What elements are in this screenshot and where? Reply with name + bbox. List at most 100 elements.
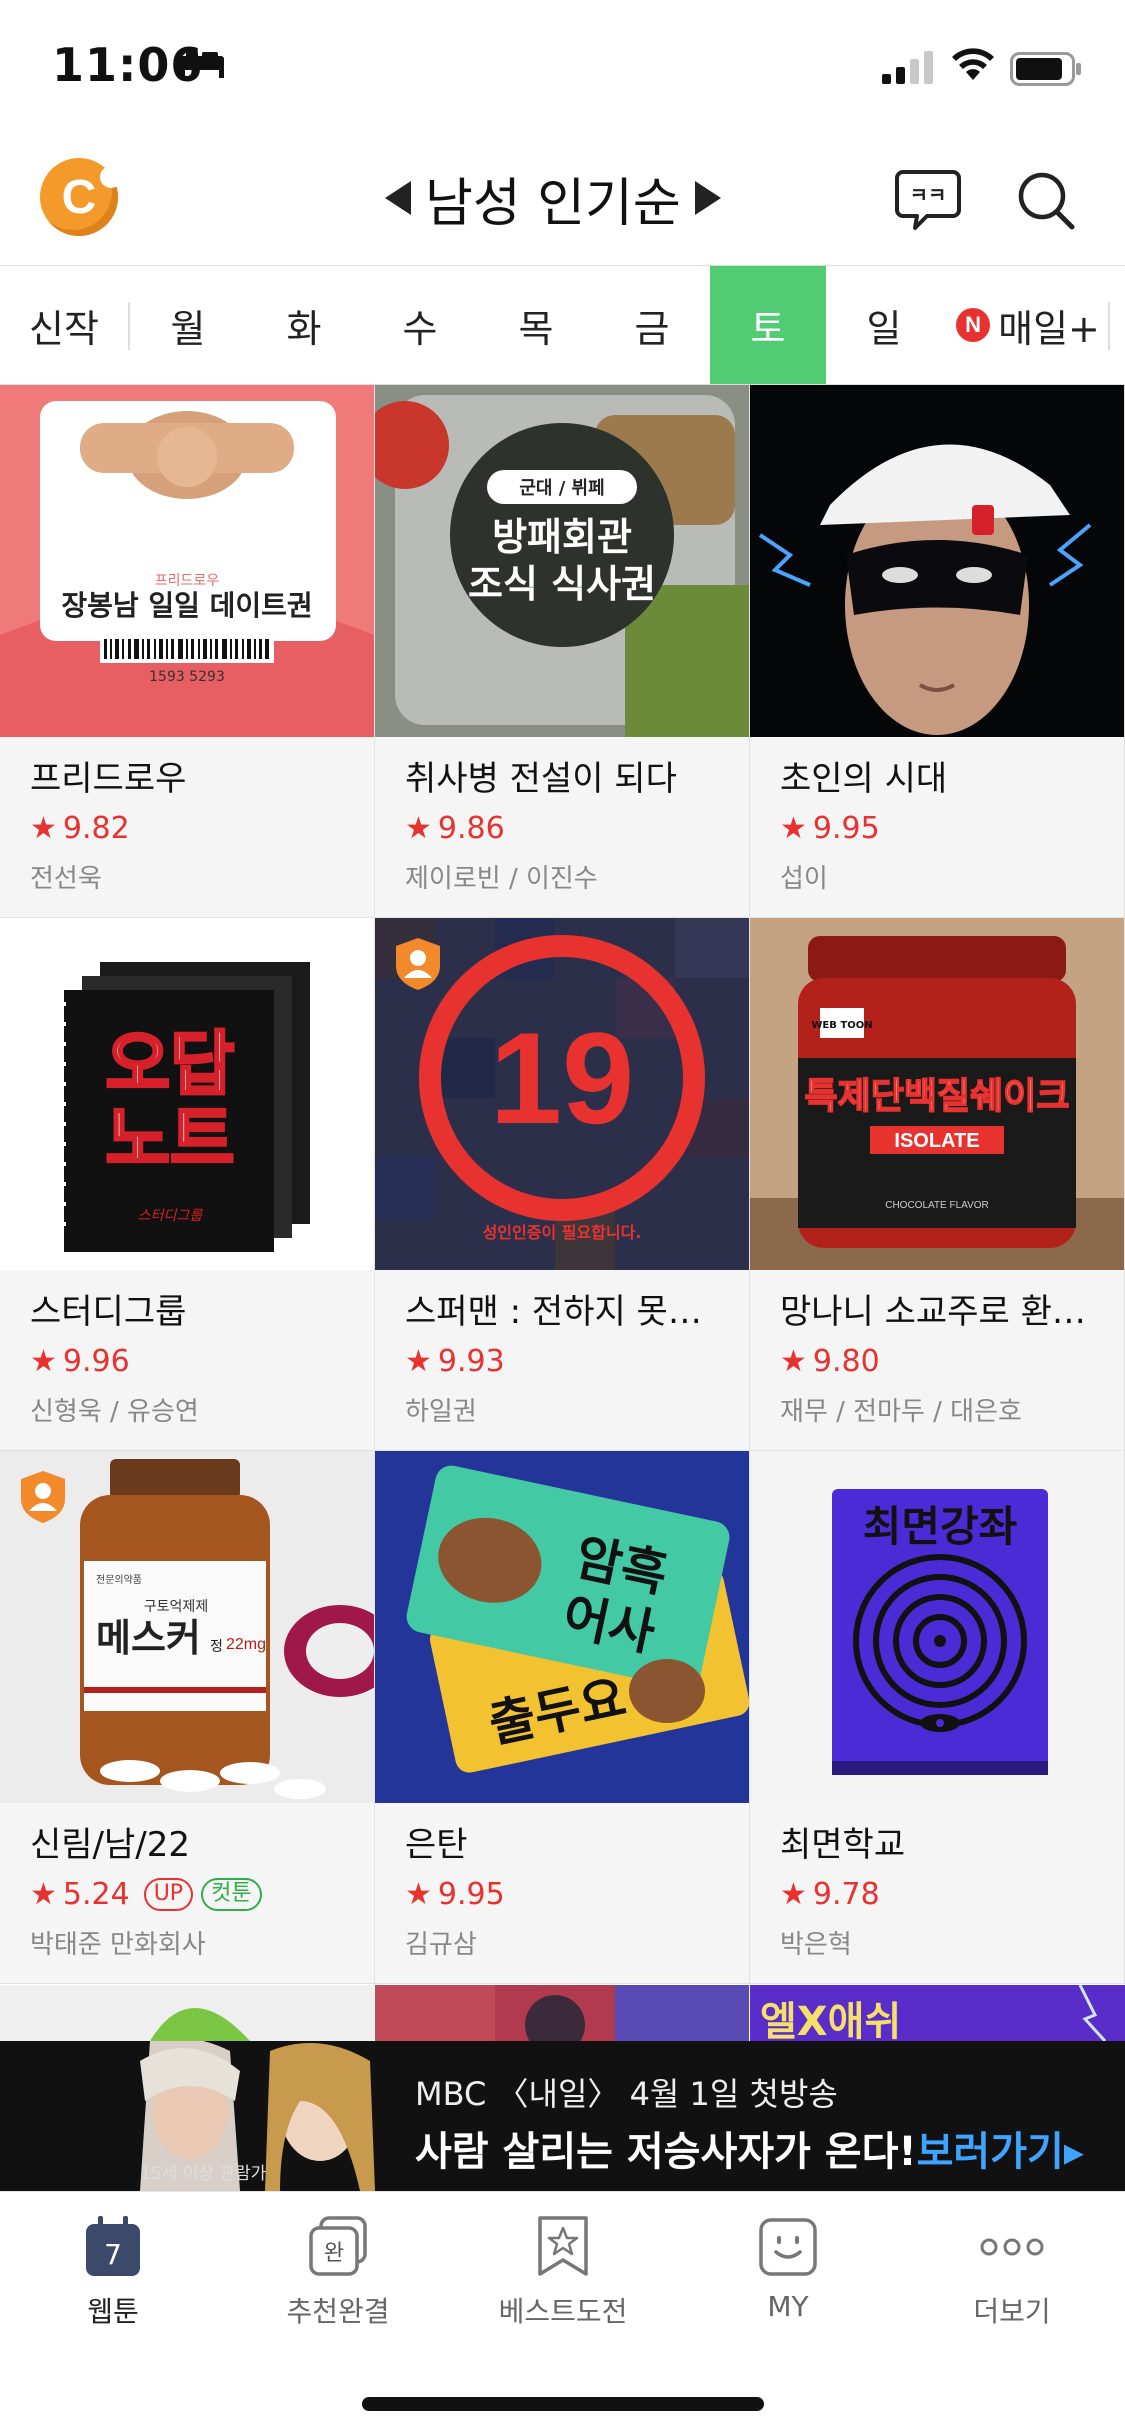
next-sort-arrow-icon[interactable] bbox=[694, 181, 721, 215]
webtoon-rating: ★ 9.80 bbox=[780, 1344, 880, 1380]
banner-subtitle: MBC 〈내일〉 4월 1일 첫방송 bbox=[415, 2075, 838, 2113]
webtoon-rating: ★ 9.78 bbox=[780, 1877, 880, 1913]
thumb-text: 최면강좌 bbox=[863, 1502, 1018, 1551]
nav-label: 베스트도전 bbox=[498, 2295, 628, 2328]
nav-webtoon[interactable]: 7 웹툰 bbox=[23, 2214, 203, 2344]
nav-my[interactable]: MY bbox=[698, 2214, 878, 2344]
webtoon-card[interactable]: 프리드로우 장봉남 일일 데이트권 1593 5293 프리드로우 ★ 9.82… bbox=[0, 385, 375, 918]
thumb-text: 프리드로우 bbox=[155, 573, 220, 589]
banner-headline: 사람 살리는 저승사자가 온다!보러가기▸ bbox=[415, 2129, 1084, 2175]
webtoon-rating: ★ 9.95 bbox=[405, 1877, 505, 1913]
thumb-text: CHOCOLATE FLAVOR bbox=[885, 1200, 989, 1211]
cuttoon-badge: 컷툰 bbox=[201, 1878, 262, 1911]
webtoon-author: 신형욱 / 유승연 bbox=[30, 1397, 199, 1428]
tab-monday[interactable]: 월 bbox=[130, 266, 246, 384]
nav-recommended-completed[interactable]: 완 추천완결 bbox=[248, 2214, 428, 2344]
webtoon-thumbnail: 출두요 암흑 어사 bbox=[375, 1451, 749, 1803]
webtoon-title: 망나니 소교주로 환… bbox=[780, 1292, 1086, 1332]
star-icon: ★ bbox=[30, 1344, 57, 1380]
webtoon-card[interactable]: 전문의약품 구토억제제 메스커 정 22mg 신림/남/22 ★ 5.24 UP… bbox=[0, 1451, 375, 1984]
new-badge-icon: N bbox=[956, 308, 991, 342]
wifi-icon bbox=[952, 48, 994, 80]
thumb-text: 19 bbox=[490, 1005, 635, 1151]
webtoon-thumbnail-peek[interactable] bbox=[0, 1985, 374, 2041]
bookmark-star-icon bbox=[538, 2216, 588, 2276]
webtoon-card[interactable]: 19 성인인증이 필요합니다. 스퍼맨 : 전하지 못… ★ 9.93 하일권 bbox=[375, 918, 750, 1451]
tab-new[interactable]: 신작 bbox=[0, 266, 128, 384]
sort-selector: 남성 인기순 bbox=[385, 160, 721, 236]
thumb-text: 방패회관 bbox=[492, 515, 632, 559]
webtoon-title: 은탄 bbox=[405, 1825, 468, 1865]
thumb-text: 22mg bbox=[226, 1636, 266, 1653]
nav-label: 추천완결 bbox=[286, 2295, 390, 2328]
webtoon-rating: ★ 9.95 bbox=[780, 811, 880, 847]
tab-wednesday[interactable]: 수 bbox=[362, 266, 478, 384]
tab-tuesday[interactable]: 화 bbox=[246, 266, 362, 384]
adult-only-badge-icon bbox=[21, 1471, 65, 1523]
svg-text:7: 7 bbox=[104, 2238, 122, 2271]
banner-age-rating: 15세 이상 관람가 bbox=[140, 2164, 267, 2184]
star-icon: ★ bbox=[405, 1877, 432, 1913]
webtoon-title: 최면학교 bbox=[780, 1825, 906, 1865]
tab-saturday[interactable]: 토 bbox=[710, 266, 826, 384]
thumb-text: WEB TOON bbox=[811, 1020, 872, 1031]
sleep-mode-icon bbox=[180, 52, 224, 78]
star-icon: ★ bbox=[780, 1877, 807, 1913]
search-icon[interactable] bbox=[1015, 166, 1077, 232]
tab-daily-plus[interactable]: N 매일+ bbox=[948, 266, 1108, 384]
up-badge: UP bbox=[143, 1878, 194, 1911]
webtoon-rating: ★ 9.93 bbox=[405, 1344, 505, 1380]
comments-bubble-icon[interactable]: ㅋㅋ bbox=[893, 166, 963, 232]
promo-banner[interactable]: MBC 〈내일〉 4월 1일 첫방송 사람 살리는 저승사자가 온다!보러가기▸… bbox=[0, 2041, 1125, 2191]
webtoon-card[interactable]: 최면강좌 최면학교 ★ 9.78 박은혁 bbox=[750, 1451, 1125, 1984]
tab-friday[interactable]: 금 bbox=[594, 266, 710, 384]
webtoon-author: 김규삼 bbox=[405, 1930, 477, 1961]
thumb-text: 1593 5293 bbox=[149, 669, 225, 685]
thumb-text: 노트 bbox=[106, 1098, 235, 1180]
webtoon-author: 하일권 bbox=[405, 1397, 477, 1428]
webtoon-author: 섭이 bbox=[780, 864, 828, 895]
smiley-face-icon bbox=[759, 2218, 817, 2276]
tab-daily-plus-label: 매일+ bbox=[998, 306, 1100, 351]
webtoon-card[interactable]: WEB TOON 특제단백질쉐이크 ISOLATE CHOCOLATE FLAV… bbox=[750, 918, 1125, 1451]
nav-best-challenge[interactable]: 베스트도전 bbox=[473, 2214, 653, 2344]
banner-cta-link[interactable]: 보러가기▸ bbox=[917, 2129, 1084, 2175]
tab-thursday[interactable]: 목 bbox=[478, 266, 594, 384]
more-dots-icon bbox=[980, 2238, 1044, 2256]
tab-sunday[interactable]: 일 bbox=[826, 266, 942, 384]
webtoon-thumbnail-peek[interactable]: 엘X애쉬 bbox=[750, 1985, 1125, 2041]
thumb-text: ISOLATE bbox=[894, 1130, 979, 1152]
webtoon-card[interactable]: 출두요 암흑 어사 은탄 ★ 9.95 김규삼 bbox=[375, 1451, 750, 1984]
webtoon-title: 초인의 시대 bbox=[780, 759, 948, 799]
webtoon-title: 스터디그룹 bbox=[30, 1292, 187, 1332]
weekday-tab-bar: 신작 월 화 수 목 금 토 일 N 매일+ bbox=[0, 265, 1125, 385]
webtoon-title: 신림/남/22 bbox=[30, 1825, 191, 1865]
thumb-text: 오답 bbox=[106, 1023, 235, 1105]
webtoon-thumbnail: 프리드로우 장봉남 일일 데이트권 1593 5293 bbox=[0, 385, 374, 737]
adult-only-badge-icon bbox=[396, 938, 440, 990]
thumb-text: 정 bbox=[210, 1639, 223, 1655]
webtoon-thumbnail-peek[interactable] bbox=[375, 1985, 749, 2041]
thumb-text: 스터디그룹 bbox=[138, 1208, 204, 1224]
star-icon: ★ bbox=[780, 811, 807, 847]
webtoon-card[interactable]: 초인의 시대 ★ 9.95 섭이 bbox=[750, 385, 1125, 918]
naver-webtoon-cookie-logo[interactable]: C bbox=[40, 158, 122, 236]
webtoon-rating: ★ 9.82 bbox=[30, 811, 130, 847]
webtoon-card[interactable]: 오답 노트 스터디그룹 스터디그룹 ★ 9.96 신형욱 / 유승연 bbox=[0, 918, 375, 1451]
prev-sort-arrow-icon[interactable] bbox=[385, 181, 411, 215]
thumb-text: 군대 / 뷔페 bbox=[519, 478, 604, 499]
webtoon-title: 스퍼맨 : 전하지 못… bbox=[405, 1292, 702, 1332]
webtoon-card[interactable]: 군대 / 뷔페 방패회관 조식 식사권 취사병 전설이 되다 ★ 9.86 제이로… bbox=[375, 385, 750, 918]
svg-text:ㅋㅋ: ㅋㅋ bbox=[910, 183, 947, 207]
webtoon-rating: ★ 9.96 bbox=[30, 1344, 130, 1380]
star-icon: ★ bbox=[405, 811, 432, 847]
webtoon-author: 박태준 만화회사 bbox=[30, 1930, 206, 1961]
webtoon-rating: ★ 5.24 UP 컷툰 bbox=[30, 1877, 354, 1912]
webtoon-author: 제이로빈 / 이진수 bbox=[405, 864, 598, 895]
nav-more[interactable]: 더보기 bbox=[922, 2214, 1102, 2344]
home-indicator[interactable] bbox=[362, 2397, 764, 2411]
nav-label: 더보기 bbox=[973, 2295, 1051, 2328]
thumb-text: 장봉남 일일 데이트권 bbox=[61, 589, 312, 622]
page-title[interactable]: 남성 인기순 bbox=[425, 161, 681, 236]
webtoon-author: 박은혁 bbox=[780, 1930, 852, 1961]
